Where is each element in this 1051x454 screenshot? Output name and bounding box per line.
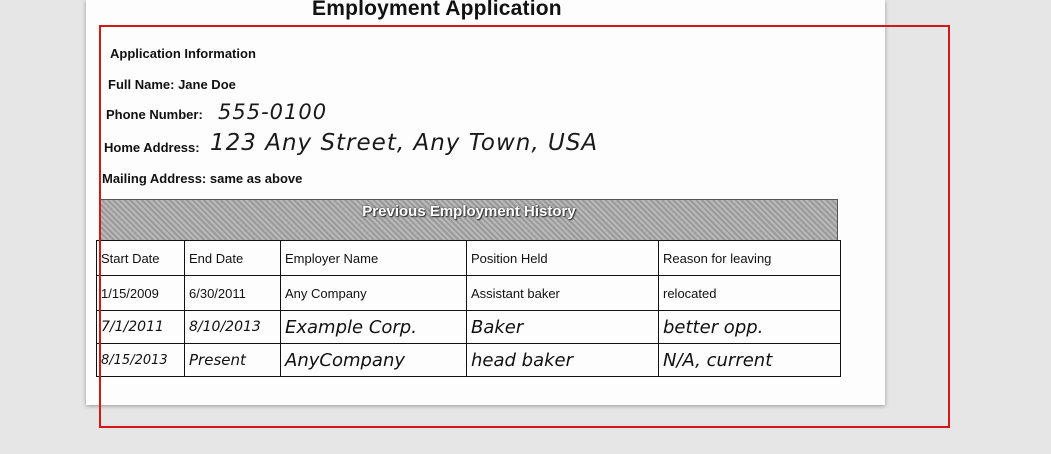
- table-cell: better opp.: [658, 310, 841, 344]
- employment-history-heading: Previous Employment History: [362, 203, 576, 220]
- table-row: 7/1/2011 8/10/2013 Example Corp. Baker b…: [96, 310, 841, 344]
- table-header-row: Start Date End Date Employer Name Positi…: [96, 240, 841, 276]
- table-row: 1/15/2009 6/30/2011 Any Company Assistan…: [96, 275, 841, 311]
- phone-label: Phone Number:: [106, 107, 203, 122]
- application-info-heading: Application Information: [110, 46, 256, 61]
- table-cell: 8/10/2013: [184, 310, 281, 344]
- table-cell: AnyCompany: [280, 343, 467, 377]
- table-cell: N/A, current: [658, 343, 841, 377]
- full-name-field: Full Name: Jane Doe: [108, 77, 236, 92]
- home-address-value: 123 Any Street, Any Town, USA: [210, 130, 599, 156]
- table-cell: Example Corp.: [280, 310, 467, 344]
- table-cell: 8/15/2013: [96, 343, 185, 377]
- mailing-address-field: Mailing Address: same as above: [102, 171, 303, 186]
- home-address-label: Home Address:: [104, 140, 200, 155]
- phone-value: 555-0100: [218, 100, 328, 124]
- table-cell: Assistant baker: [466, 275, 659, 311]
- column-header: Start Date: [96, 240, 185, 276]
- document-page: Employment Application Application Infor…: [86, 0, 885, 405]
- document-title: Employment Application: [312, 0, 562, 20]
- table-cell: Any Company: [280, 275, 467, 311]
- table-cell: 1/15/2009: [96, 275, 185, 311]
- table-row: 8/15/2013 Present AnyCompany head baker …: [96, 343, 841, 377]
- column-header: Reason for leaving: [658, 240, 841, 276]
- employment-history-table: Start Date End Date Employer Name Positi…: [96, 240, 841, 377]
- employment-history-header-band: Previous Employment History: [100, 199, 838, 241]
- table-cell: Present: [184, 343, 281, 377]
- table-cell: head baker: [466, 343, 659, 377]
- table-cell: 6/30/2011: [184, 275, 281, 311]
- table-cell: relocated: [658, 275, 841, 311]
- table-cell: 7/1/2011: [96, 310, 185, 344]
- column-header: Position Held: [466, 240, 659, 276]
- column-header: Employer Name: [280, 240, 467, 276]
- table-cell: Baker: [466, 310, 659, 344]
- column-header: End Date: [184, 240, 281, 276]
